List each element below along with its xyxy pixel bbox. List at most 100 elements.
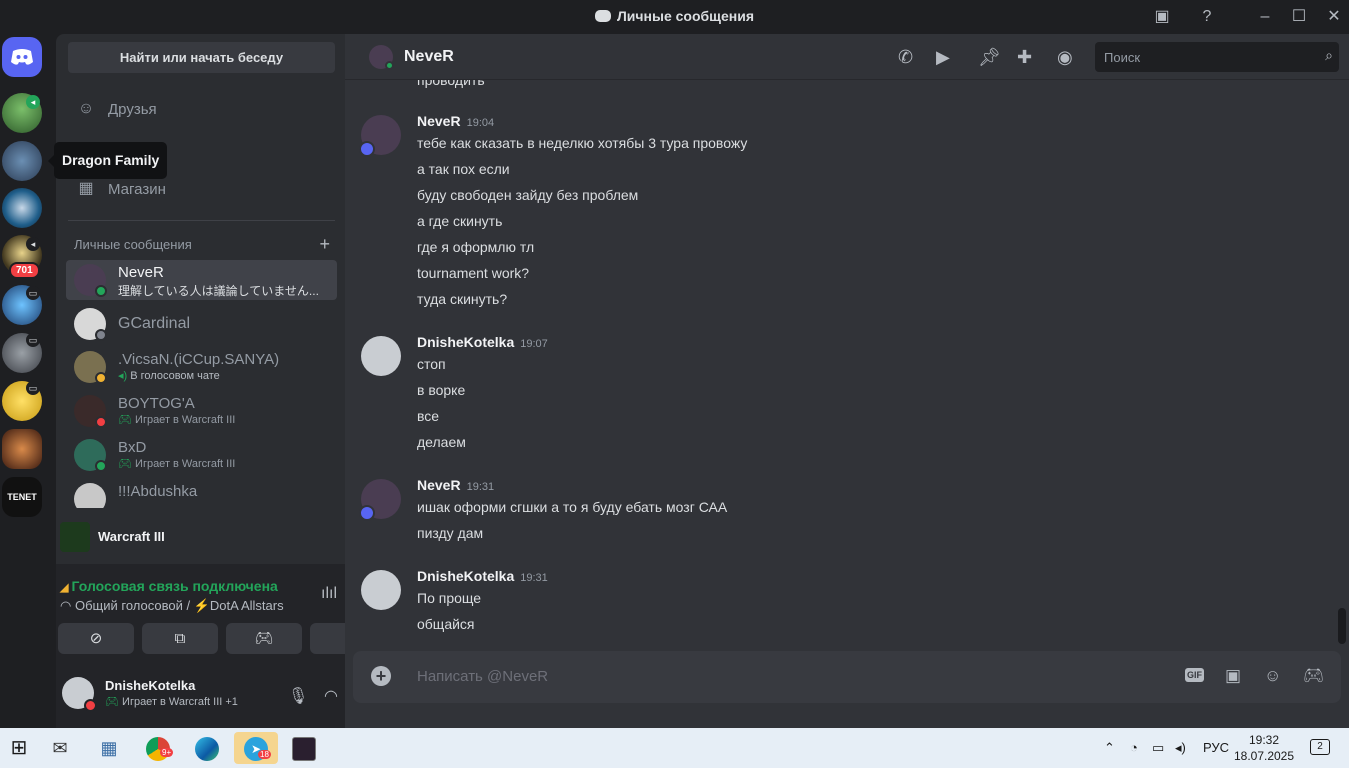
status-online-icon bbox=[385, 61, 394, 70]
notifications-icon[interactable]: 2 bbox=[1310, 739, 1330, 755]
avatar[interactable] bbox=[361, 570, 401, 610]
edge-icon[interactable] bbox=[190, 732, 224, 764]
shop-icon: ▦ bbox=[78, 180, 94, 197]
mention-count-badge: 701 bbox=[9, 262, 40, 279]
speaker-icon: ◂ bbox=[26, 237, 40, 251]
server-icon-8[interactable] bbox=[2, 429, 42, 469]
find-conversation-button[interactable]: Найти или начать беседу bbox=[68, 42, 335, 73]
search-input[interactable]: Поиск ⌕ bbox=[1095, 42, 1339, 72]
message-composer[interactable]: + Написать @NeveR GIF ▣ ☺ 🎮︎ bbox=[353, 651, 1341, 703]
voice-status: ◢ Голосовая связь подключена bbox=[60, 578, 278, 594]
message-line: в ворке bbox=[417, 382, 466, 398]
chrome-icon[interactable]: 9+ bbox=[141, 732, 175, 764]
gamepad-icon: 🎮︎ bbox=[118, 458, 136, 470]
dm-item-gcardinal[interactable]: GCardinal bbox=[66, 304, 337, 344]
screen-share-button[interactable]: ⧉ bbox=[142, 623, 218, 654]
start-windows-icon[interactable]: ⊞ bbox=[2, 732, 36, 764]
voice-call-icon[interactable]: ✆ bbox=[898, 47, 913, 68]
telegram-icon[interactable]: ➤ 18 bbox=[234, 732, 278, 764]
status-dnd-icon bbox=[84, 699, 97, 712]
microphone-icon[interactable]: 🎙︎ bbox=[288, 686, 308, 706]
dm-item-boytoga[interactable]: BOYTOG'A 🎮︎ Играет в Warcraft III bbox=[66, 391, 337, 431]
scrollbar[interactable] bbox=[1338, 608, 1346, 644]
nav-friends[interactable]: ☺ Друзья bbox=[66, 89, 336, 129]
message-line: все bbox=[417, 408, 440, 424]
headphones-icon[interactable]: ◠ bbox=[324, 686, 338, 706]
close-button[interactable]: ✕ bbox=[1321, 4, 1347, 30]
gamepad-icon: 🎮︎ bbox=[118, 414, 136, 426]
server-icon-dragon-family[interactable] bbox=[2, 141, 42, 181]
server-tooltip: Dragon Family bbox=[47, 142, 168, 179]
message-line: туда скинуть? bbox=[417, 291, 508, 307]
status-idle-icon bbox=[95, 372, 107, 384]
pinned-messages-icon[interactable]: 📌︎ bbox=[978, 47, 1001, 68]
gamepad-icon: 🎮︎ bbox=[105, 696, 123, 708]
voice-speaker-icon: ◂) bbox=[118, 370, 131, 382]
server-icon-tenet[interactable]: TENET bbox=[2, 477, 42, 517]
clock[interactable]: 19:32 18.07.2025 bbox=[1232, 732, 1296, 764]
message-line: где я оформлю тл bbox=[417, 239, 535, 255]
sticker-icon[interactable]: ▣ bbox=[1225, 666, 1241, 686]
maximize-button[interactable]: ☐ bbox=[1286, 4, 1312, 30]
emoji-icon[interactable]: ☺ bbox=[1264, 666, 1281, 686]
server-icon-3[interactable] bbox=[2, 188, 42, 228]
message-line: По проще bbox=[417, 590, 482, 606]
message-line: tournament work? bbox=[417, 265, 530, 281]
create-dm-plus-icon[interactable]: + bbox=[319, 234, 330, 255]
voice-action-buttons: ⊘ ⧉ 🎮︎ ♪ bbox=[58, 623, 386, 655]
volume-icon[interactable]: ◂) bbox=[1175, 740, 1186, 756]
message-line: ишак оформи сгшки а то я буду ебать мозг… bbox=[417, 499, 728, 515]
server-rail: ◂ ◂ 701 ▭ ▭ ▭ TENET bbox=[0, 34, 56, 728]
add-friends-to-dm-icon[interactable]: ✚ bbox=[1017, 47, 1032, 68]
wifi-icon[interactable]: ◔ bbox=[1130, 740, 1138, 755]
mail-icon[interactable]: ✉ bbox=[43, 732, 77, 764]
nitro-badge-icon bbox=[359, 505, 375, 521]
activities-gamepad-icon[interactable]: 🎮︎ bbox=[1303, 666, 1325, 686]
message-line: а где скинуть bbox=[417, 213, 503, 229]
activities-button[interactable]: 🎮︎ bbox=[226, 623, 302, 654]
signal-icon: ◢ bbox=[60, 582, 72, 594]
tray-expand-icon[interactable]: ⌃ bbox=[1104, 740, 1115, 756]
warcraft-taskbar-icon[interactable] bbox=[287, 732, 321, 764]
dm-item-vicsan[interactable]: .VicsaN.(iCCup.SANYA) ◂) В голосовом чат… bbox=[66, 347, 337, 387]
title-bar: Личные сообщения ▣ ? – ☐ ✕ bbox=[0, 0, 1349, 34]
discord-app: Личные сообщения ▣ ? – ☐ ✕ ◂ ◂ 701 ▭ ▭ ▭… bbox=[0, 0, 1349, 728]
discord-logo-icon bbox=[594, 10, 611, 22]
message-line: делаем bbox=[417, 434, 466, 450]
minimize-button[interactable]: – bbox=[1252, 4, 1278, 30]
dm-item-abdushka[interactable]: !!!Abdushka bbox=[66, 479, 337, 509]
dm-sidebar: Найти или начать беседу ☺ Друзья ▦ Магазин… bbox=[56, 34, 401, 728]
message-line: буду свободен зайду без проблем bbox=[417, 187, 639, 203]
direct-messages-home-button[interactable] bbox=[2, 37, 42, 77]
status-online-icon bbox=[95, 460, 107, 472]
search-icon: ⌕ bbox=[1325, 47, 1333, 63]
screen-share-icon: ▭ bbox=[26, 286, 40, 300]
screen-share-icon: ▭ bbox=[26, 381, 40, 395]
message-line: тебе как сказать в неделкю хотябы 3 тура… bbox=[417, 135, 748, 151]
message-line: а так пох если bbox=[417, 161, 510, 177]
gif-picker-button[interactable]: GIF bbox=[1185, 668, 1204, 682]
dm-item-never[interactable]: NeveR 理解している人は議論していません... bbox=[66, 260, 337, 300]
language-indicator[interactable]: РУС bbox=[1203, 740, 1229, 755]
calculator-icon[interactable]: ▦ bbox=[92, 732, 126, 764]
dm-item-bxd[interactable]: BxD 🎮︎ Играет в Warcraft III bbox=[66, 435, 337, 475]
battery-icon[interactable]: ▭ bbox=[1152, 740, 1164, 756]
friends-icon: ☺ bbox=[77, 100, 95, 117]
inbox-icon[interactable]: ▣ bbox=[1149, 4, 1175, 30]
user-profile-icon[interactable]: ◉ bbox=[1057, 47, 1073, 68]
headphones-icon: ◠ bbox=[60, 598, 75, 613]
message-input[interactable]: Написать @NeveR bbox=[417, 668, 548, 685]
message-line: пизду дам bbox=[417, 525, 484, 541]
nitro-badge-icon bbox=[359, 141, 375, 157]
chat-header: NeveR ✆ ▶ 📌︎ ✚ ◉ Поиск ⌕ bbox=[345, 34, 1349, 80]
dm-list-header: Личные сообщения + bbox=[74, 234, 330, 255]
noise-suppression-icon[interactable]: ılıl bbox=[321, 585, 337, 603]
voice-channel[interactable]: ◠ Общий голосовой / ⚡DotA Allstars bbox=[60, 598, 310, 614]
attach-plus-icon[interactable]: + bbox=[371, 666, 391, 686]
help-icon[interactable]: ? bbox=[1194, 4, 1220, 30]
avatar[interactable] bbox=[361, 336, 401, 376]
video-call-icon[interactable]: ▶ bbox=[936, 47, 950, 68]
avatar bbox=[74, 483, 106, 509]
screen-share-icon: ▭ bbox=[26, 333, 40, 347]
camera-off-button[interactable]: ⊘ bbox=[58, 623, 134, 654]
